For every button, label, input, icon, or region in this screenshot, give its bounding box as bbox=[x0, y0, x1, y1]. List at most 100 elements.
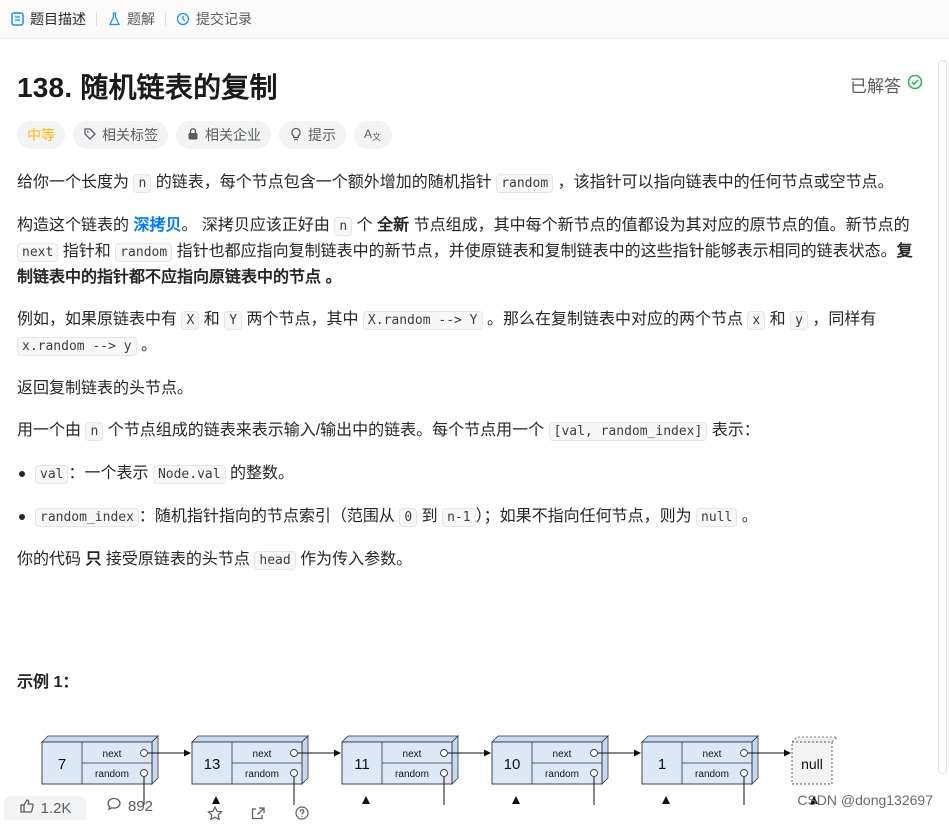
check-circle-icon bbox=[907, 74, 923, 95]
share-icon[interactable] bbox=[250, 806, 266, 825]
inline-code: n bbox=[85, 422, 104, 441]
lock-icon bbox=[186, 127, 200, 144]
comment-count: 892 bbox=[128, 797, 154, 815]
related-tags-button[interactable]: 相关标签 bbox=[73, 121, 168, 149]
random-label: random bbox=[245, 769, 279, 780]
scrollbar[interactable] bbox=[938, 60, 947, 774]
like-count: 1.2K bbox=[40, 799, 72, 817]
lightbulb-icon bbox=[289, 127, 303, 144]
list-item: val ：一个表示 Node.val 的整数。 bbox=[17, 461, 922, 487]
svg-text:文: 文 bbox=[372, 131, 381, 141]
translate-icon: A文 bbox=[364, 127, 382, 144]
desc-paragraph: 返回复制链表的头节点。 bbox=[17, 380, 194, 397]
text: 的整数。 bbox=[225, 465, 295, 482]
star-icon[interactable] bbox=[207, 805, 223, 825]
difficulty-badge: 中等 bbox=[17, 121, 65, 149]
problem-description: 给你一个长度为 n 的链表，每个节点包含一个额外增加的随机指针 random ，… bbox=[17, 170, 922, 590]
null-top-face bbox=[791, 736, 838, 743]
related-companies-button[interactable]: 相关企业 bbox=[176, 121, 271, 149]
inline-code: X bbox=[181, 311, 200, 330]
inline-code: n bbox=[334, 217, 353, 236]
like-button[interactable]: 1.2K bbox=[4, 796, 86, 820]
node-value: 11 bbox=[354, 756, 370, 773]
hint-label: 提示 bbox=[308, 127, 336, 143]
thumbs-up-icon bbox=[19, 798, 35, 818]
inline-code: y bbox=[790, 311, 808, 330]
next-arrowhead bbox=[784, 749, 791, 757]
next-pointer-dot bbox=[590, 749, 598, 757]
node-top-face bbox=[41, 735, 159, 743]
text: ，同样有 bbox=[807, 311, 877, 328]
clock-icon bbox=[176, 12, 190, 26]
text: 指针也都应指向复制链表中的新节点，并使原链表和复制链表中的这些指针能够表示相同的… bbox=[172, 243, 897, 260]
inline-code: X.random --> Y bbox=[362, 311, 483, 330]
node-top-face bbox=[641, 735, 759, 743]
node-side-face bbox=[151, 735, 159, 785]
next-arrowhead bbox=[334, 749, 341, 757]
random-label: random bbox=[695, 769, 729, 780]
node-value: 1 bbox=[658, 756, 666, 773]
text: 构造这个链表的 bbox=[17, 217, 134, 234]
text: 两个节点，其中 bbox=[242, 311, 363, 328]
node-top-face bbox=[191, 735, 309, 743]
incoming-arrowhead bbox=[362, 796, 370, 804]
text: ）；如果不指向任何节点，则为 bbox=[475, 508, 697, 525]
text: 作为传入参数。 bbox=[295, 551, 413, 568]
text: 和 bbox=[765, 311, 791, 328]
text: 表示： bbox=[707, 422, 760, 439]
text: 节点组成，其中每个新节点的值都设为其对应的原节点的值。新节点的 bbox=[409, 217, 910, 234]
related-tags-label: 相关标签 bbox=[102, 127, 158, 143]
inline-code: 0 bbox=[399, 508, 418, 527]
watermark: CSDN @dong132697 bbox=[797, 792, 933, 808]
random-label: random bbox=[545, 769, 579, 780]
next-pointer-dot bbox=[290, 749, 298, 757]
text: 个 bbox=[352, 217, 378, 234]
desc-paragraph: 例如，如果原链表中有 X 和 Y 两个节点，其中 X.random --> Y … bbox=[17, 307, 922, 359]
translate-button[interactable]: A文 bbox=[354, 121, 392, 149]
inline-code: random bbox=[496, 174, 554, 193]
related-companies-label: 相关企业 bbox=[205, 127, 261, 143]
text: 用一个由 bbox=[17, 422, 86, 439]
format-list: val ：一个表示 Node.val 的整数。 random_index ：随机指针… bbox=[17, 461, 922, 530]
next-label: next bbox=[403, 749, 422, 760]
linked-list-svg: 7 next random 13 next random 11 next random 10 nex… bbox=[41, 735, 838, 805]
text: 指针和 bbox=[58, 243, 116, 260]
inline-code: null bbox=[696, 508, 738, 527]
null-label: null bbox=[801, 756, 823, 772]
next-label: next bbox=[103, 749, 122, 760]
tag-icon bbox=[83, 127, 97, 144]
tab-submissions[interactable]: 提交记录 bbox=[166, 0, 262, 38]
text: ，该指针可以指向链表中的任何节点或空节点。 bbox=[553, 174, 894, 191]
text: 。 bbox=[737, 508, 758, 525]
help-icon[interactable] bbox=[294, 806, 310, 825]
random-label: random bbox=[95, 769, 129, 780]
solved-status: 已解答 bbox=[850, 72, 923, 97]
tab-description[interactable]: 题目描述 bbox=[0, 0, 96, 38]
hint-button[interactable]: 提示 bbox=[279, 121, 346, 149]
desc-paragraph: 构造这个链表的 深拷贝。 深拷贝应该正好由 n 个 全新 节点组成，其中每个新节… bbox=[17, 213, 922, 290]
text: 。 bbox=[321, 269, 342, 286]
list-item: random_index ：随机指针指向的节点索引（范围从 0 到 n-1 ）；如果… bbox=[17, 504, 922, 530]
text: ：随机指针指向的节点索引（范围从 bbox=[138, 508, 400, 525]
incoming-arrowhead bbox=[662, 796, 670, 804]
tab-solutions[interactable]: 题解 bbox=[97, 0, 165, 38]
tab-bar: 题目描述 题解 提交记录 bbox=[0, 0, 949, 39]
next-label: next bbox=[703, 749, 722, 760]
desc-paragraph: 你的代码 只 接受原链表的头节点 head 作为传入参数。 bbox=[17, 547, 922, 573]
node-side-face bbox=[601, 735, 609, 785]
text: ：一个表示 bbox=[68, 465, 153, 482]
bold-text: 只 bbox=[85, 551, 102, 568]
text: 。 深拷贝应该正好由 bbox=[181, 217, 335, 234]
inline-code: val bbox=[35, 465, 69, 484]
random-pointer-dot bbox=[140, 769, 148, 777]
text: 的链表，每个节点包含一个额外增加的随机指针 bbox=[151, 174, 497, 191]
text: 和 bbox=[199, 311, 225, 328]
next-label: next bbox=[553, 749, 572, 760]
tab-description-label: 题目描述 bbox=[30, 11, 86, 27]
next-arrowhead bbox=[634, 749, 641, 757]
incoming-arrowhead bbox=[512, 796, 520, 804]
svg-text:A: A bbox=[364, 127, 372, 141]
next-pointer-dot bbox=[440, 749, 448, 757]
deep-copy-link[interactable]: 深拷贝 bbox=[133, 217, 181, 234]
comment-button[interactable]: 892 bbox=[106, 796, 153, 816]
